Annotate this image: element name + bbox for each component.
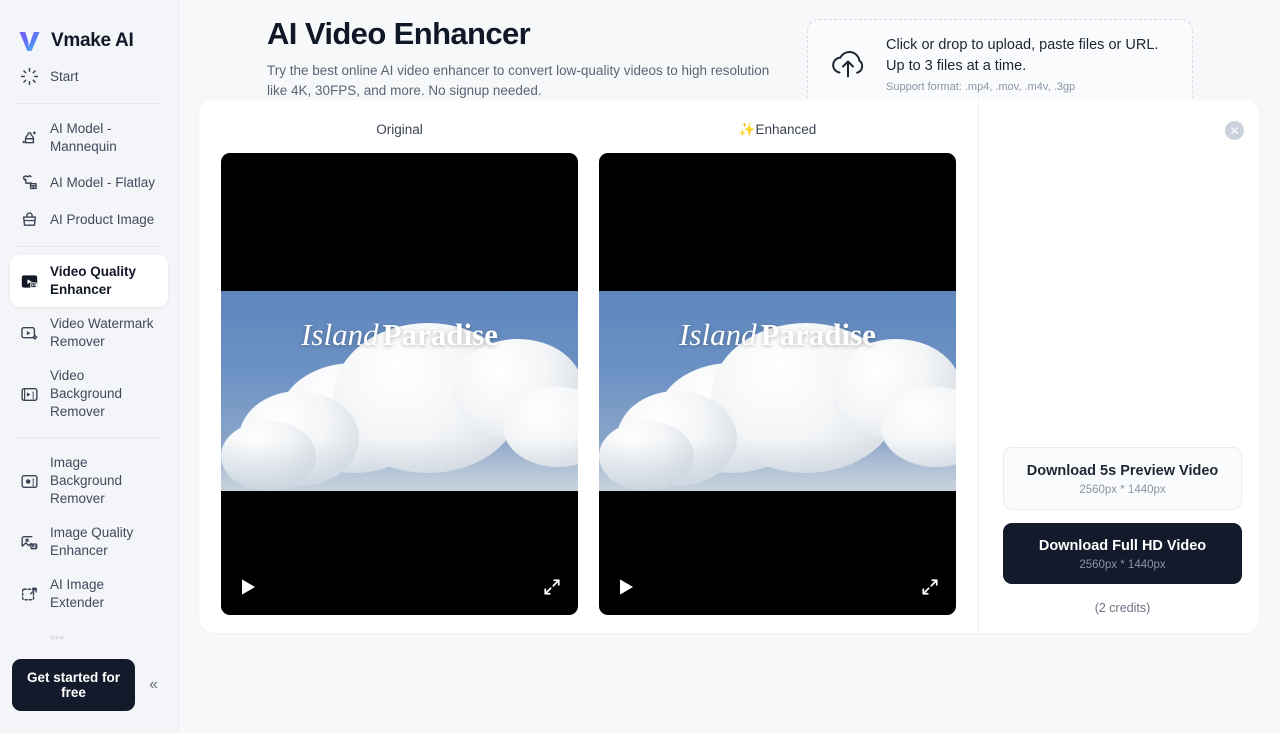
- sidebar-item-label: •••: [50, 629, 64, 647]
- cloud-upload-icon: [826, 44, 870, 84]
- nav-group-start: Start: [10, 58, 168, 95]
- overlay-title-bold: Paradise: [383, 317, 498, 352]
- sidebar-item-label: Start: [50, 68, 79, 86]
- expand-arrows-icon[interactable]: [920, 577, 940, 602]
- nav-group-models: AI Model - Mannequin AI Model - Flatlay: [10, 112, 168, 238]
- video-label-text: Enhanced: [756, 122, 817, 137]
- upload-text-block: Click or drop to upload, paste files or …: [886, 35, 1158, 93]
- download-full-resolution: 2560px * 1440px: [1011, 559, 1234, 571]
- nav-group-video: Video Quality Enhancer Video Watermark R…: [10, 255, 168, 429]
- video-overlay-title-original: Island Paradise: [221, 317, 578, 353]
- sidebar-item-label: Video Quality Enhancer: [50, 263, 136, 299]
- download-preview-resolution: 2560px * 1440px: [1012, 484, 1233, 496]
- sidebar-item-start[interactable]: Start: [10, 58, 168, 95]
- main-content: AI Video Enhancer Try the best online AI…: [179, 0, 1280, 733]
- overlay-title-italic: Island: [301, 317, 379, 352]
- sidebar-nav: Start AI Model - Mannequin: [0, 58, 178, 649]
- video-player-enhanced[interactable]: Island Paradise: [599, 153, 956, 615]
- sidebar-item-video-background-remover[interactable]: Video Background Remover: [10, 359, 168, 429]
- sidebar-item-overflow[interactable]: •••: [10, 620, 168, 649]
- image-background-icon: [19, 471, 40, 492]
- video-quality-icon: [19, 271, 40, 292]
- sidebar-item-ai-model-mannequin[interactable]: AI Model - Mannequin: [10, 112, 168, 164]
- nav-divider: [16, 103, 162, 104]
- upload-line-2: Up to 3 files at a time.: [886, 56, 1158, 77]
- video-frame-enhanced: Island Paradise: [599, 291, 956, 491]
- download-preview-button[interactable]: Download 5s Preview Video 2560px * 1440p…: [1003, 447, 1242, 510]
- cloud-haze: [599, 439, 956, 491]
- sidebar-item-label: Video Background Remover: [50, 367, 159, 421]
- overlay-title-italic: Island: [679, 317, 757, 352]
- video-watermark-icon: [19, 323, 40, 344]
- video-column-enhanced: ✨Enhanced Island: [599, 122, 956, 633]
- cloud-haze: [221, 439, 578, 491]
- image-quality-icon: [19, 532, 40, 553]
- download-pane: ✕ Download 5s Preview Video 2560px * 144…: [979, 100, 1259, 633]
- video-controls-enhanced: [599, 563, 956, 615]
- upload-line-1: Click or drop to upload, paste files or …: [886, 35, 1158, 56]
- sidebar-item-label: AI Model - Mannequin: [50, 120, 117, 156]
- sidebar-item-ai-model-flatlay[interactable]: AI Model - Flatlay: [10, 164, 168, 201]
- get-started-button[interactable]: Get started for free: [12, 659, 135, 711]
- sidebar: Vmake AI Start: [0, 0, 179, 733]
- nav-divider: [16, 437, 162, 438]
- overlay-title-bold: Paradise: [761, 317, 876, 352]
- video-player-original[interactable]: Island Paradise: [221, 153, 578, 615]
- video-frame-original: Island Paradise: [221, 291, 578, 491]
- sidebar-item-label: AI Product Image: [50, 211, 154, 229]
- video-controls-original: [221, 563, 578, 615]
- play-icon[interactable]: [615, 576, 637, 603]
- close-circle-icon[interactable]: ✕: [1225, 121, 1244, 140]
- download-preview-label: Download 5s Preview Video: [1012, 461, 1233, 481]
- credits-note: (2 credits): [1003, 601, 1242, 615]
- result-card: Original Island: [199, 100, 1259, 633]
- sparkles-icon: ✨: [739, 122, 756, 137]
- header-text-block: AI Video Enhancer Try the best online AI…: [267, 14, 787, 109]
- video-background-icon: [19, 384, 40, 405]
- download-full-hd-button[interactable]: Download Full HD Video 2560px * 1440px: [1003, 523, 1242, 584]
- sidebar-item-video-quality-enhancer[interactable]: Video Quality Enhancer: [10, 255, 168, 307]
- brand-name: Vmake AI: [51, 30, 133, 52]
- chevron-double-left-icon[interactable]: «: [145, 674, 162, 696]
- product-bag-icon: [19, 209, 40, 230]
- video-label-text: Original: [376, 122, 423, 137]
- flatlay-shirt-icon: [19, 172, 40, 193]
- sparkle-burst-icon: [19, 66, 40, 87]
- play-icon[interactable]: [237, 576, 259, 603]
- download-full-label: Download Full HD Video: [1011, 536, 1234, 556]
- upload-formats: Support format: .mp4, .mov, .m4v, .3gp: [886, 81, 1158, 93]
- image-extender-icon: [19, 584, 40, 605]
- sidebar-item-label: AI Image Extender: [50, 576, 159, 612]
- sidebar-item-image-background-remover[interactable]: Image Background Remover: [10, 446, 168, 516]
- sidebar-footer: Get started for free «: [0, 649, 178, 733]
- nav-group-image: Image Background Remover Image Quality E…: [10, 446, 168, 649]
- download-actions: Download 5s Preview Video 2560px * 1440p…: [1003, 447, 1242, 615]
- page-title: AI Video Enhancer: [267, 14, 787, 54]
- upload-dropzone[interactable]: Click or drop to upload, paste files or …: [807, 19, 1193, 109]
- page-header: AI Video Enhancer Try the best online AI…: [179, 0, 1280, 109]
- video-overlay-title-enhanced: Island Paradise: [599, 317, 956, 353]
- sidebar-item-ai-image-extender[interactable]: AI Image Extender: [10, 568, 168, 620]
- video-comparison-pane: Original Island: [199, 100, 979, 633]
- video-column-original: Original Island: [221, 122, 578, 633]
- brand-logo[interactable]: Vmake AI: [0, 0, 178, 58]
- video-label-enhanced: ✨Enhanced: [599, 122, 956, 140]
- sidebar-item-label: Video Watermark Remover: [50, 315, 154, 351]
- mannequin-icon: [19, 128, 40, 149]
- page-subtitle: Try the best online AI video enhancer to…: [267, 61, 787, 101]
- video-label-original: Original: [221, 122, 578, 140]
- more-icon: [19, 628, 40, 649]
- expand-arrows-icon[interactable]: [542, 577, 562, 602]
- sidebar-item-label: Image Quality Enhancer: [50, 524, 133, 560]
- sidebar-item-ai-product-image[interactable]: AI Product Image: [10, 201, 168, 238]
- nav-divider: [16, 246, 162, 247]
- vmake-v-logo-icon: [17, 29, 42, 54]
- sidebar-item-label: Image Background Remover: [50, 454, 159, 508]
- sidebar-item-label: AI Model - Flatlay: [50, 174, 155, 192]
- sidebar-item-image-quality-enhancer[interactable]: Image Quality Enhancer: [10, 516, 168, 568]
- app-root: Vmake AI Start: [0, 0, 1280, 733]
- sidebar-item-video-watermark-remover[interactable]: Video Watermark Remover: [10, 307, 168, 359]
